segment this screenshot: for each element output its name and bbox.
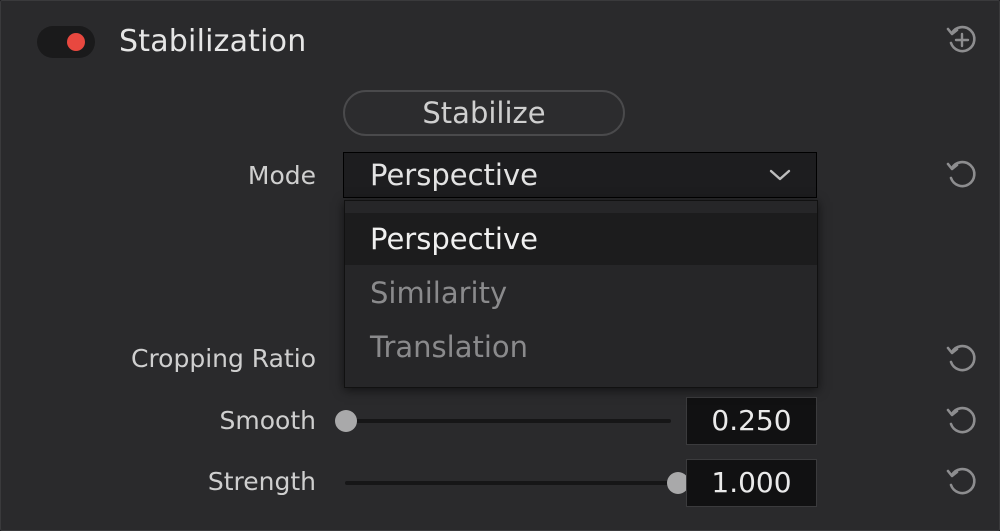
- smooth-reset-icon[interactable]: [945, 404, 979, 438]
- cropping-ratio-reset-icon[interactable]: [945, 342, 979, 376]
- mode-dropdown-list: Perspective Similarity Translation: [344, 200, 818, 388]
- mode-select-value: Perspective: [370, 158, 538, 192]
- mode-reset-icon[interactable]: [945, 158, 979, 192]
- toggle-indicator: [67, 33, 85, 51]
- smooth-slider-knob[interactable]: [335, 410, 357, 432]
- smooth-label: Smooth: [219, 406, 316, 435]
- mode-select[interactable]: Perspective: [343, 152, 817, 198]
- smooth-value-field[interactable]: 0.250: [686, 397, 817, 445]
- stabilization-panel: Stabilization Stabilize Mode Perspective…: [0, 0, 1000, 531]
- chevron-down-icon: [769, 169, 791, 181]
- mode-option-similarity[interactable]: Similarity: [345, 267, 817, 319]
- stabilization-enable-toggle[interactable]: [37, 26, 95, 58]
- strength-slider-track[interactable]: [345, 481, 671, 485]
- strength-reset-icon[interactable]: [945, 465, 979, 499]
- mode-option-perspective[interactable]: Perspective: [345, 213, 817, 265]
- strength-value-field[interactable]: 1.000: [686, 459, 817, 507]
- mode-label: Mode: [247, 161, 316, 190]
- stabilize-button[interactable]: Stabilize: [343, 90, 625, 136]
- strength-label: Strength: [207, 467, 316, 496]
- cropping-ratio-label: Cropping Ratio: [130, 344, 316, 373]
- smooth-slider-track[interactable]: [345, 419, 671, 423]
- panel-title: Stabilization: [119, 24, 307, 59]
- reset-plus-icon[interactable]: [945, 23, 979, 57]
- mode-option-translation[interactable]: Translation: [345, 321, 817, 373]
